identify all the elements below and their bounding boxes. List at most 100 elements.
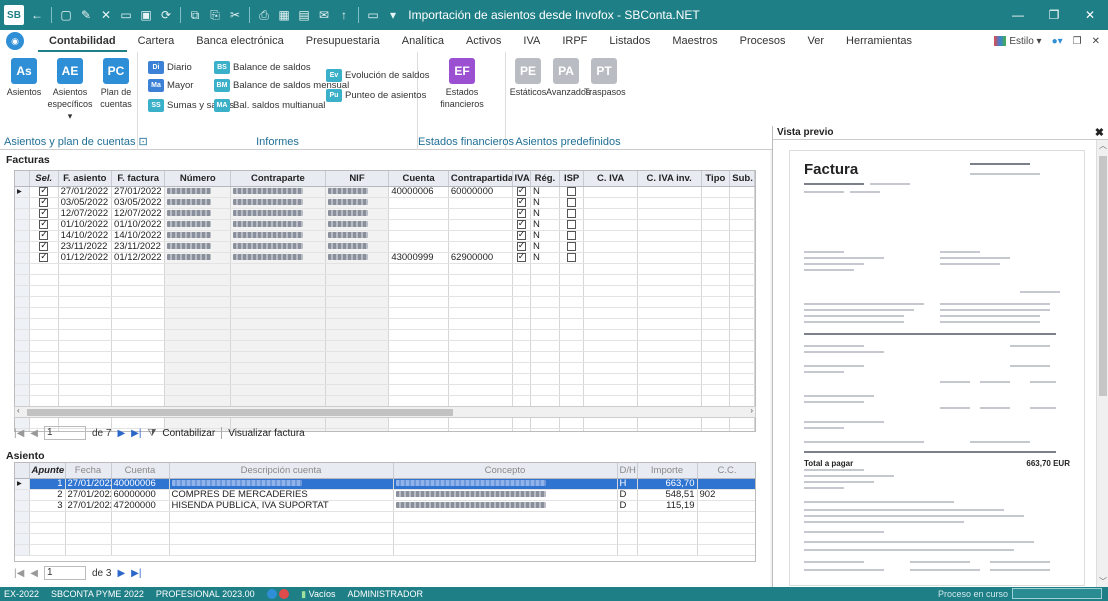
descripcion-cell[interactable]: HISENDA PÚBLICA, IVA SUPORTAT	[169, 500, 394, 512]
apunte-row[interactable]: ▸ 1 27/01/2022 40000006 H 663,70	[15, 478, 755, 490]
contraparte-cell[interactable]	[230, 318, 326, 330]
cut-icon[interactable]: ✂	[226, 6, 244, 24]
estados-financieros-button[interactable]: EF Estados financieros	[440, 58, 484, 110]
isp-checkbox[interactable]	[567, 208, 577, 218]
iva-checkbox[interactable]	[516, 241, 526, 251]
scroll-right-icon[interactable]: ›	[750, 406, 753, 415]
tipo-cell[interactable]	[701, 318, 731, 330]
col-header-tipo[interactable]: Tipo	[701, 171, 731, 187]
tab-presupuestaria[interactable]: Presupuestaria	[295, 30, 391, 52]
predefinido-pt-button[interactable]: PT Traspasos	[584, 58, 626, 98]
isp-cell[interactable]	[559, 395, 585, 407]
tab-contabilidad[interactable]: Contabilidad	[38, 30, 127, 52]
f-factura-cell[interactable]	[111, 285, 166, 297]
nif-cell[interactable]	[325, 186, 390, 198]
numero-cell[interactable]	[164, 208, 232, 220]
reg-cell[interactable]	[530, 417, 560, 429]
sel-cell[interactable]	[29, 318, 59, 330]
nif-cell[interactable]	[325, 219, 390, 231]
f-asiento-cell[interactable]	[58, 274, 113, 286]
c-iva-inv-cell[interactable]	[637, 186, 702, 198]
reg-cell[interactable]	[530, 428, 560, 431]
isp-checkbox[interactable]	[567, 241, 577, 251]
col-header-reg[interactable]: Rég.	[530, 171, 560, 187]
nif-cell[interactable]	[325, 252, 390, 264]
select-checkbox[interactable]	[39, 241, 49, 251]
restore-ribbon-icon[interactable]: ❐	[1073, 36, 1082, 47]
reg-cell[interactable]	[530, 362, 560, 374]
contraparte-cell[interactable]	[230, 263, 326, 275]
contrapartida-cell[interactable]	[448, 395, 513, 407]
visualizar-factura-button[interactable]: Visualizar factura	[228, 428, 305, 439]
contrapartida-cell[interactable]	[448, 263, 513, 275]
tipo-cell[interactable]	[701, 340, 731, 352]
numero-cell[interactable]	[164, 373, 232, 385]
tipo-cell[interactable]	[701, 252, 731, 264]
tipo-cell[interactable]	[701, 197, 731, 209]
isp-cell[interactable]	[559, 241, 585, 253]
f-factura-cell[interactable]	[111, 384, 166, 396]
col-header-c-c[interactable]: C.C.	[697, 463, 755, 479]
f-factura-cell[interactable]	[111, 351, 166, 363]
cuenta-cell[interactable]	[388, 285, 449, 297]
scroll-down-icon[interactable]: ﹀	[1097, 576, 1108, 587]
iva-cell[interactable]	[512, 373, 532, 385]
sel-cell[interactable]	[29, 296, 59, 308]
sync-icon[interactable]	[266, 589, 277, 600]
iva-cell[interactable]	[512, 351, 532, 363]
f-asiento-cell[interactable]: 01/12/2022	[58, 252, 113, 264]
reg-cell[interactable]	[530, 384, 560, 396]
iva-cell[interactable]	[512, 428, 532, 431]
iva-checkbox[interactable]	[516, 252, 526, 262]
sel-cell[interactable]	[29, 395, 59, 407]
isp-cell[interactable]	[559, 351, 585, 363]
col-header-isp[interactable]: ISP	[559, 171, 585, 187]
contrapartida-cell[interactable]	[448, 329, 513, 341]
iva-cell[interactable]	[512, 362, 532, 374]
sel-cell[interactable]	[29, 274, 59, 286]
tab-ver[interactable]: Ver	[797, 30, 836, 52]
nif-cell[interactable]	[325, 230, 390, 242]
tipo-cell[interactable]	[701, 285, 731, 297]
reg-cell[interactable]: N	[530, 241, 560, 253]
numero-cell[interactable]	[164, 351, 232, 363]
f-asiento-cell[interactable]: 03/05/2022	[58, 197, 113, 209]
f-asiento-cell[interactable]	[58, 373, 113, 385]
select-checkbox[interactable]	[39, 197, 49, 207]
cuenta-cell[interactable]	[388, 318, 449, 330]
reg-cell[interactable]	[530, 274, 560, 286]
file-menu-button[interactable]: ◉	[6, 32, 24, 50]
paste-icon[interactable]: ⎘	[206, 6, 224, 24]
isp-cell[interactable]	[559, 186, 585, 198]
concepto-cell[interactable]	[393, 511, 618, 523]
fecha-cell[interactable]	[65, 533, 112, 545]
informe-ma-button[interactable]: Ma Mayor	[148, 76, 193, 94]
dropdown-icon[interactable]: ▾	[384, 6, 402, 24]
refresh-icon[interactable]: ⟳	[157, 6, 175, 24]
sub-cell[interactable]	[729, 296, 755, 308]
c-iva-inv-cell[interactable]	[637, 285, 702, 297]
iva-cell[interactable]	[512, 263, 532, 275]
importe-cell[interactable]	[637, 522, 698, 534]
c-iva-cell[interactable]	[583, 197, 638, 209]
sel-cell[interactable]	[29, 340, 59, 352]
open-folder-icon[interactable]: ▭	[117, 6, 135, 24]
apunte-row[interactable]	[15, 511, 755, 523]
factura-row[interactable]: ▸ 27/01/202227/01/2022 4000000660000000 N	[15, 186, 755, 198]
scroll-up-icon[interactable]: ︿	[1097, 140, 1108, 151]
contrapartida-cell[interactable]	[448, 197, 513, 209]
contraparte-cell[interactable]	[230, 230, 326, 242]
col-header-f-factura[interactable]: F. factura	[111, 171, 166, 187]
dh-cell[interactable]	[617, 522, 638, 534]
isp-cell[interactable]	[559, 329, 585, 341]
cuenta-cell[interactable]	[388, 241, 449, 253]
dh-cell[interactable]	[617, 511, 638, 523]
nif-cell[interactable]	[325, 329, 390, 341]
apunte-row[interactable]: 3 27/01/2022 47200000 HISENDA PÚBLICA, IVA …	[15, 500, 755, 512]
select-checkbox[interactable]	[39, 219, 49, 229]
col-header-contraparte[interactable]: Contraparte	[230, 171, 326, 187]
c-iva-inv-cell[interactable]	[637, 230, 702, 242]
reg-cell[interactable]	[530, 340, 560, 352]
iva-checkbox[interactable]	[516, 230, 526, 240]
factura-row[interactable]: 01/12/202201/12/2022 4300099962900000 N	[15, 252, 755, 264]
